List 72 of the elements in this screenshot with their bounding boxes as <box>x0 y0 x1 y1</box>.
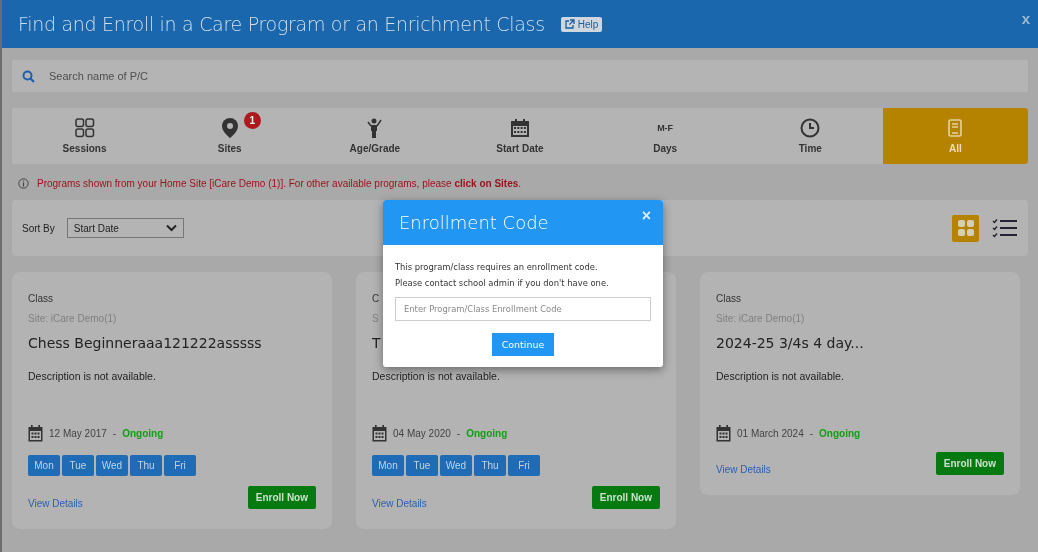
book-icon <box>948 119 963 137</box>
program-type: Class <box>28 293 53 304</box>
day-chip: Mon <box>372 455 404 476</box>
dialog-title: Enrollment Code <box>399 212 549 233</box>
program-description: Description is not available. <box>716 370 844 384</box>
count-badge: 1 <box>243 112 261 129</box>
days-abbreviation: M-F <box>657 123 674 133</box>
external-link-icon <box>564 19 575 29</box>
chevron-down-icon <box>165 224 177 232</box>
map-pin-icon <box>221 118 238 138</box>
day-chip: Wed <box>96 455 128 476</box>
window-title: Find and Enroll in a Care Program or an Enrichment Class <box>18 13 545 35</box>
status-text: Ongoing <box>819 428 861 439</box>
start-date: 04 May 2020 <box>393 428 451 439</box>
enroll-button[interactable]: Enroll Now <box>935 452 1004 475</box>
day-chip: Fri <box>508 455 540 476</box>
filter-tab[interactable]: Sessions <box>12 108 158 164</box>
day-chip: Tue <box>406 455 438 476</box>
info-icon <box>18 178 29 189</box>
filter-tab[interactable]: 1 Sites <box>157 108 303 164</box>
program-title: T <box>372 335 381 351</box>
search-icon <box>22 69 35 83</box>
grid-icon <box>74 118 95 138</box>
separator-text: - <box>456 428 461 439</box>
day-chip: Thu <box>130 455 162 476</box>
close-button[interactable]: x <box>1021 10 1030 27</box>
status-text: Ongoing <box>122 428 164 439</box>
enrollment-code-field[interactable]: Enter Program/Class Enrollment Code <box>395 297 651 321</box>
calendar-icon <box>716 425 731 442</box>
filter-tab[interactable]: Age/Grade <box>302 108 448 164</box>
filter-tab[interactable]: M-F Days <box>592 108 738 164</box>
start-date: 12 May 2017 <box>49 428 107 439</box>
person-icon <box>366 118 383 138</box>
dialog-text: Please contact school admin if you don't have one. <box>395 277 609 290</box>
filter-tab[interactable]: All <box>882 108 1028 164</box>
dialog-text: This program/class requires an enrollment code. <box>395 261 598 274</box>
continue-button[interactable]: Continue <box>491 333 555 356</box>
day-chip: Wed <box>440 455 472 476</box>
status-text: Ongoing <box>466 428 508 439</box>
close-button[interactable]: × <box>641 207 651 225</box>
search-input[interactable]: Search name of P/C <box>47 65 1018 87</box>
sort-dropdown[interactable]: Start Date <box>66 218 184 238</box>
day-chip: Tue <box>62 455 94 476</box>
program-description: Description is not available. <box>28 370 156 384</box>
calendar-icon <box>510 118 530 138</box>
clock-icon <box>800 118 821 138</box>
day-chip: Fri <box>164 455 196 476</box>
filter-tab[interactable]: Start Date <box>447 108 593 164</box>
search-field[interactable]: Search name of P/C <box>12 60 1028 92</box>
separator-text: - <box>112 428 117 439</box>
program-title: 2024-25 3/4s 4 day... <box>716 335 864 351</box>
enroll-button[interactable]: Enroll Now <box>247 486 316 509</box>
program-type: Class <box>716 293 741 304</box>
calendar-icon <box>28 425 43 442</box>
view-details-link[interactable]: View Details <box>372 498 427 509</box>
help-link[interactable]: Help <box>560 16 603 32</box>
filter-tab[interactable]: Time <box>737 108 883 164</box>
grid-icon <box>956 219 975 237</box>
program-type: C <box>372 293 380 304</box>
sort-label: Sort By <box>22 222 55 234</box>
calendar-icon <box>372 425 387 442</box>
notice-text: Programs shown from your Home Site [iCare Demo (1)]. For other available programs, please click on Sites. <box>37 178 522 189</box>
separator-text: - <box>809 428 814 439</box>
program-title: Chess Beginneraaa121222asssss <box>28 335 262 351</box>
enroll-button[interactable]: Enroll Now <box>591 486 660 509</box>
start-date: 01 March 2024 <box>737 428 804 439</box>
day-chip: Mon <box>28 455 60 476</box>
view-details-link[interactable]: View Details <box>716 464 771 475</box>
program-description: Description is not available. <box>372 370 500 384</box>
view-details-link[interactable]: View Details <box>28 498 83 509</box>
day-chip: Thu <box>474 455 506 476</box>
checklist-icon <box>991 218 1018 238</box>
